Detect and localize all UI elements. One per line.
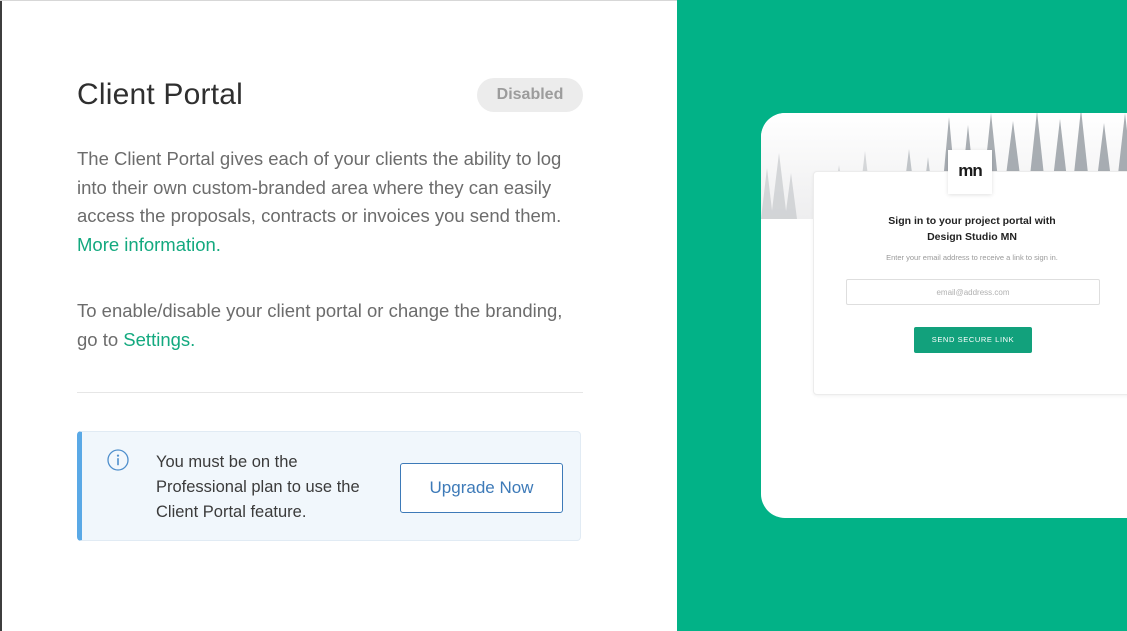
client-portal-page: Client Portal Disabled The Client Portal… (0, 0, 1127, 631)
more-information-link[interactable]: More information. (77, 234, 221, 255)
signin-title-line-1: Sign in to your project portal with (888, 215, 1056, 227)
settings-link[interactable]: Settings. (123, 329, 195, 350)
signin-title: Sign in to your project portal with Desi… (814, 213, 1127, 245)
info-panel: Client Portal Disabled The Client Portal… (0, 0, 677, 631)
signin-box: mn Sign in to your project portal with D… (813, 150, 1127, 395)
description-text: The Client Portal gives each of your cli… (77, 148, 562, 226)
upgrade-notice: You must be on the Professional plan to … (77, 431, 581, 541)
upgrade-now-button[interactable]: Upgrade Now (400, 463, 563, 513)
signin-subtitle: Enter your email address to receive a li… (886, 253, 1058, 262)
send-secure-link-button[interactable]: SEND SECURE LINK (914, 327, 1032, 353)
divider (77, 392, 583, 393)
status-badge: Disabled (477, 78, 583, 112)
studio-logo: mn (948, 150, 992, 194)
settings-note: To enable/disable your client portal or … (77, 296, 577, 354)
notice-text: You must be on the Professional plan to … (156, 453, 360, 521)
signin-title-line-2: Design Studio MN (927, 231, 1017, 243)
portal-preview-panel: mn Sign in to your project portal with D… (677, 0, 1127, 631)
email-field[interactable] (846, 279, 1100, 305)
portal-description: The Client Portal gives each of your cli… (77, 145, 577, 259)
info-icon (107, 449, 129, 471)
portal-preview-card: mn Sign in to your project portal with D… (761, 113, 1127, 518)
page-title: Client Portal (77, 78, 244, 111)
